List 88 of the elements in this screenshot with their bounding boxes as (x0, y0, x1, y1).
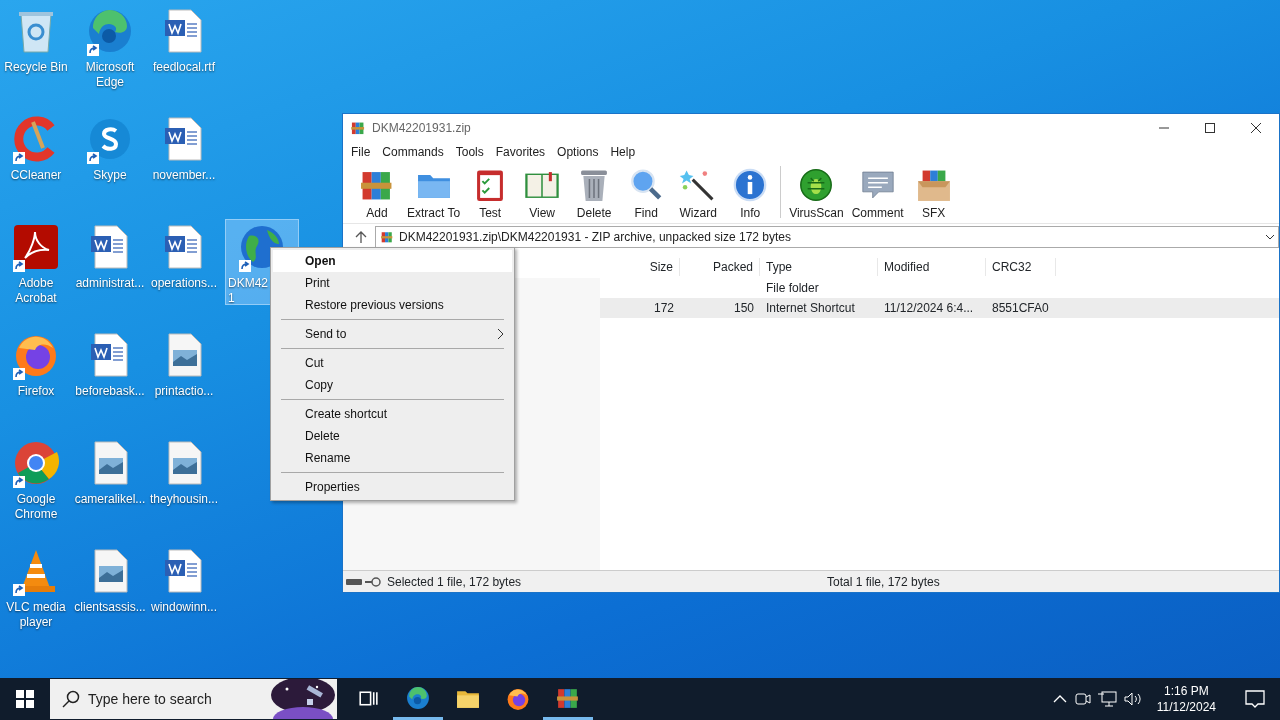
context-menu-item[interactable]: Rename (273, 447, 512, 469)
desktop-icon[interactable]: windowinn... (148, 544, 220, 628)
context-menu-item[interactable]: Create shortcut (273, 403, 512, 425)
icon-label: Microsoft Edge (84, 60, 136, 90)
column-header[interactable]: Size (600, 258, 680, 276)
desktop-icon[interactable]: Google Chrome (0, 436, 72, 520)
maximize-icon (1205, 123, 1215, 133)
column-header[interactable]: Modified (878, 258, 986, 276)
context-menu-item[interactable]: Cut (273, 352, 512, 374)
desktop-icon[interactable]: theyhousin... (148, 436, 220, 520)
speech-bubble-icon (1245, 690, 1265, 708)
toolbar-button[interactable]: Comment (847, 166, 908, 222)
desktop-icon[interactable]: clientsassis... (74, 544, 146, 628)
volume-icon[interactable] (1122, 690, 1143, 708)
toolbar-button[interactable]: VirusScan (785, 166, 848, 222)
archive-books-icon (380, 230, 394, 244)
icon-label: Skype (93, 168, 127, 183)
context-menu-item[interactable]: Properties (273, 476, 512, 498)
toolbar-button[interactable]: Extract To (403, 166, 465, 222)
icon-label: clientsassis... (74, 600, 146, 615)
drive-icon (346, 577, 362, 586)
windows-logo-icon (16, 690, 34, 708)
table-cell: 8551CFA0 (992, 301, 1049, 315)
icon-label: november... (152, 168, 216, 183)
icon-label: CCleaner (10, 168, 62, 183)
icon-label: windowinn... (150, 600, 217, 615)
toolbar-button[interactable]: Wizard (672, 166, 725, 222)
edge-icon (405, 684, 431, 711)
icon-label: beforebask... (75, 384, 145, 399)
table-cell: 172 (653, 301, 674, 315)
icon-label: feedlocal.rtf (152, 60, 215, 75)
close-icon (1251, 123, 1261, 133)
icon-label: operations... (150, 276, 217, 291)
table-cell: 150 (733, 301, 754, 315)
menu-item[interactable]: File (345, 143, 377, 161)
address-text: DKM42201931.zip\DKM42201931 - ZIP archive, unpacked size 172 bytes (399, 229, 791, 246)
toolbar-button[interactable]: Info (724, 166, 777, 222)
table-cell: 11/12/2024 6:4... (884, 301, 974, 315)
icon-label: Adobe Acrobat (14, 276, 58, 306)
key-icon (365, 576, 381, 587)
icon-label: Google Chrome (13, 492, 59, 522)
clock[interactable]: 1:16 PM 11/12/2024 (1148, 683, 1224, 715)
column-header[interactable]: CRC32 (986, 258, 1056, 276)
context-menu-item[interactable]: Copy (273, 374, 512, 396)
icon-label: Recycle Bin (4, 60, 68, 75)
toolbar-button[interactable]: Test (464, 166, 517, 222)
icon-label: administrat... (75, 276, 145, 291)
icon-label: VLC media player (5, 600, 67, 630)
icon-label: theyhousin... (149, 492, 218, 507)
status-text: Total 1 file, 172 bytes (827, 573, 940, 591)
desktop-icon[interactable]: VLC media player (0, 544, 72, 628)
icon-label: printactio... (154, 384, 214, 399)
toolbar-button[interactable]: Delete (568, 166, 621, 222)
network-icon[interactable] (1096, 690, 1117, 708)
webcam-icon[interactable] (1072, 690, 1091, 708)
menu-item[interactable]: Help (604, 143, 642, 161)
desktop-icon[interactable]: cameralikel... (74, 436, 146, 520)
archive-books-icon (350, 120, 366, 136)
icon-label: DKM42 1 (227, 276, 268, 306)
search-icon (62, 690, 80, 708)
context-menu-item[interactable]: Open (273, 250, 512, 272)
desktop-icon[interactable]: printactio... (148, 328, 220, 412)
firefox-icon (505, 686, 531, 712)
toolbar-button[interactable]: Find (620, 166, 673, 222)
toolbar-button[interactable]: Add (351, 166, 403, 222)
chevron-up-icon[interactable] (1052, 694, 1067, 704)
toolbar-button[interactable]: SFX (907, 166, 960, 222)
icon-label: cameralikel... (74, 492, 146, 507)
time-text: 1:16 PM (1163, 683, 1210, 699)
column-header[interactable]: Packed (680, 258, 760, 276)
menu-item[interactable]: Favorites (489, 143, 552, 161)
acrobat-icon (11, 222, 61, 272)
column-header[interactable]: Type (760, 258, 878, 276)
context-menu-item[interactable]: Delete (273, 425, 512, 447)
menu-item[interactable]: Commands (376, 143, 450, 161)
icon-label: Firefox (17, 384, 55, 399)
table-cell: File folder (766, 281, 819, 295)
taskbar-search-box[interactable]: Type here to search (50, 679, 337, 719)
menu-item[interactable]: Tools (449, 143, 490, 161)
table-cell: Internet Shortcut (766, 301, 855, 315)
toolbar-button[interactable]: View (516, 166, 569, 222)
menu-item[interactable]: Options (551, 143, 605, 161)
window-title: DKM42201931.zip (372, 120, 471, 137)
up-arrow-icon[interactable] (355, 231, 367, 243)
context-menu-item[interactable]: Send to (273, 323, 512, 345)
status-text: Selected 1 file, 172 bytes (387, 573, 523, 591)
address-field[interactable]: DKM42201931.zip\DKM42201931 - ZIP archive, unpacked size 172 bytes (375, 226, 1279, 248)
date-text: 11/12/2024 (1156, 699, 1216, 715)
